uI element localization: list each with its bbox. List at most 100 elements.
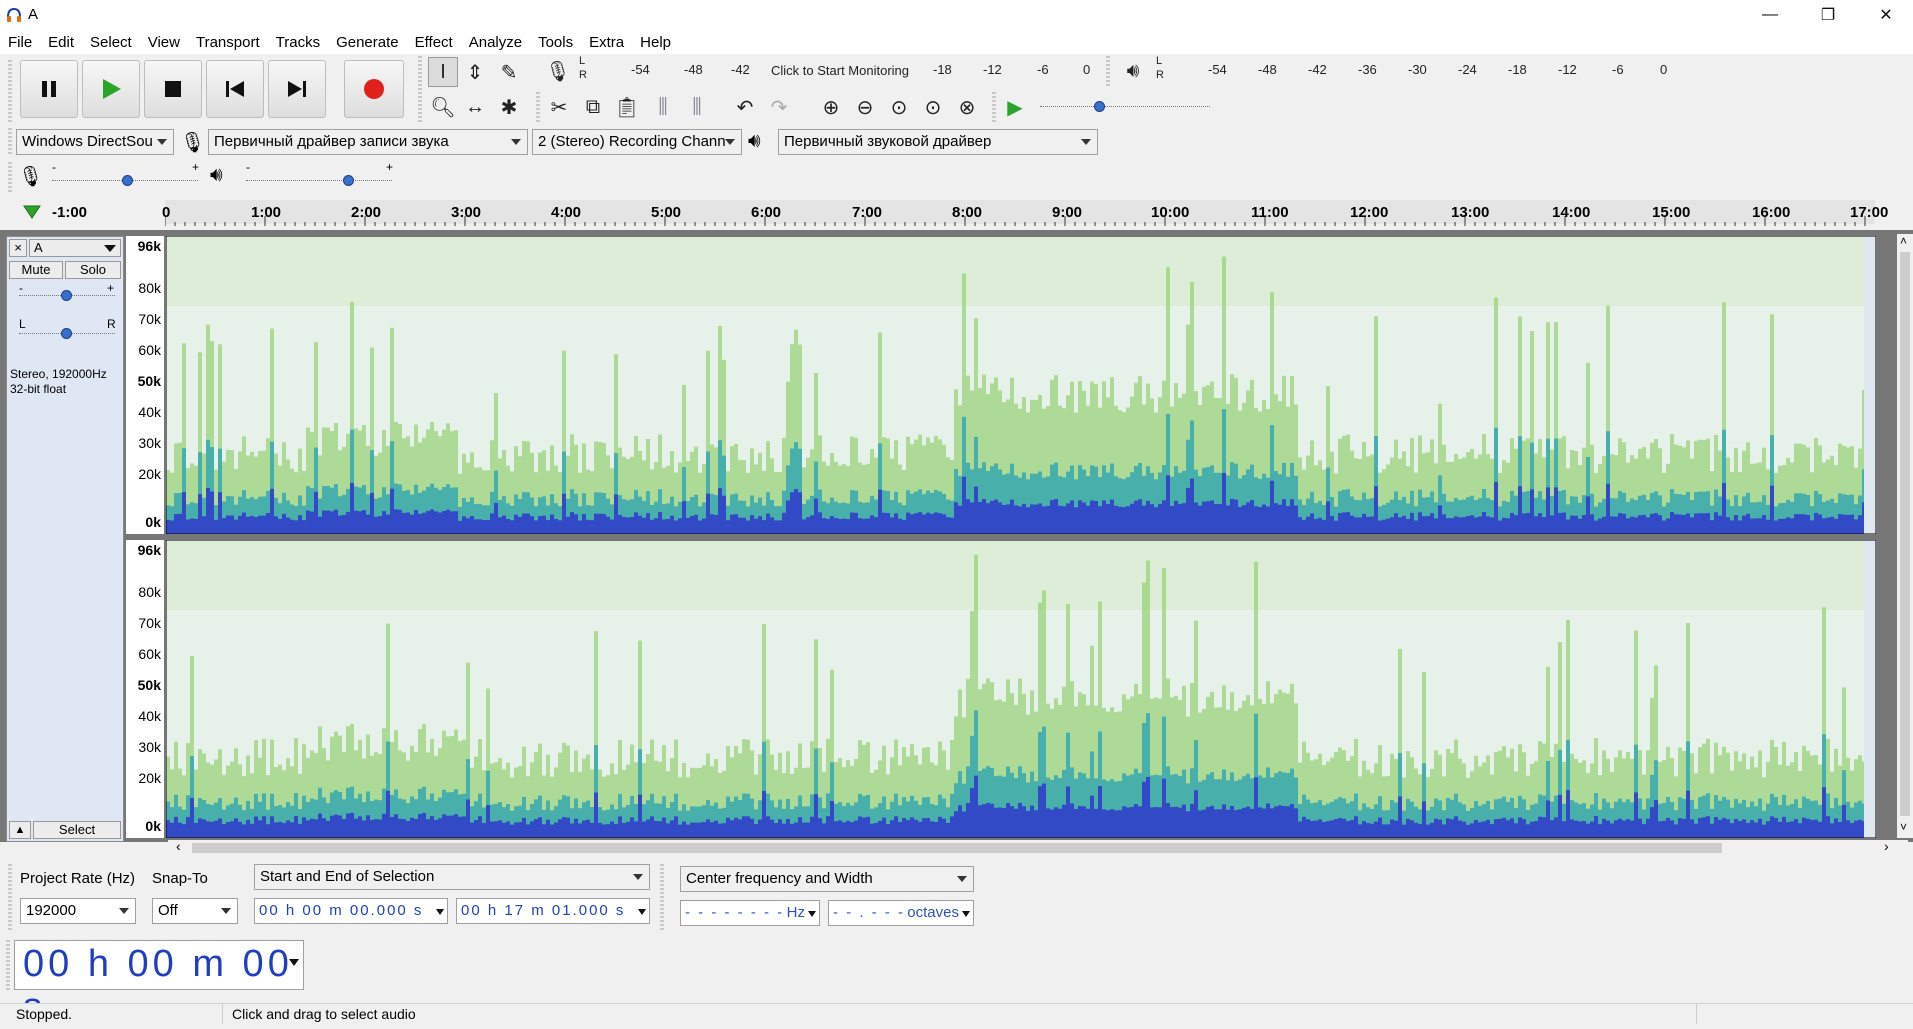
center-frequency-field[interactable]: - - - - - - - - Hz xyxy=(680,900,820,926)
selection-mode-select[interactable]: Start and End of Selection xyxy=(254,864,650,890)
zoom-tool[interactable]: 🔍︎ xyxy=(428,92,458,122)
track-area[interactable]: × A Mute Solo - + L R Stereo, 192000Hz 3… xyxy=(0,230,1913,842)
stop-button[interactable] xyxy=(144,60,202,118)
zoom-out-button[interactable]: ⊖ xyxy=(850,92,880,122)
pin-play-head-icon[interactable] xyxy=(22,204,42,220)
play-at-speed-button[interactable]: ▶ xyxy=(1000,92,1030,122)
recording-device-select[interactable]: Первичный драйвер записи звука xyxy=(208,129,528,155)
menu-extra[interactable]: Extra xyxy=(581,34,632,51)
frequency-scale-left: 96k 80k 70k 60k 50k 40k 30k 20k 0k xyxy=(126,236,164,534)
recording-volume-slider[interactable] xyxy=(52,170,198,190)
skip-to-start-button[interactable] xyxy=(206,60,264,118)
playback-volume-slider[interactable] xyxy=(246,170,392,190)
scroll-up-icon[interactable]: ˄ xyxy=(1900,234,1907,248)
recording-channels-select[interactable]: 2 (Stereo) Recording Chann xyxy=(532,129,742,155)
playback-meter[interactable]: L R -54 -48 -42 -36 -30 -24 -18 -12 -6 0 xyxy=(1154,55,1674,83)
selection-tool[interactable]: I xyxy=(428,57,458,87)
solo-button[interactable]: Solo xyxy=(65,261,121,279)
monitoring-prompt[interactable]: Click to Start Monitoring xyxy=(771,63,909,78)
play-meter-button[interactable]: 🔊︎ xyxy=(1118,56,1148,86)
horizontal-scrollbar[interactable]: ‹ › xyxy=(168,838,1908,856)
vertical-scrollbar[interactable]: ˄ ˅ xyxy=(1897,234,1913,838)
menu-transport[interactable]: Transport xyxy=(188,34,268,51)
menu-select[interactable]: Select xyxy=(82,34,140,51)
paste-button[interactable]: 📋︎ xyxy=(612,92,642,122)
pan-slider[interactable] xyxy=(19,323,115,343)
track-control-panel[interactable]: × A Mute Solo - + L R Stereo, 192000Hz 3… xyxy=(6,236,124,842)
pause-button[interactable] xyxy=(20,60,78,118)
menu-tools[interactable]: Tools xyxy=(530,34,581,51)
selection-start-time[interactable]: 00 h 00 m 00.000 s xyxy=(254,898,448,924)
play-meter-grip[interactable] xyxy=(1106,56,1110,88)
menu-tracks[interactable]: Tracks xyxy=(268,34,328,51)
mixer-grip[interactable] xyxy=(8,162,12,192)
playback-device-select[interactable]: Первичный звуковой драйвер xyxy=(778,129,1098,155)
track-close-button[interactable]: × xyxy=(9,239,27,257)
skip-to-end-button[interactable] xyxy=(268,60,326,118)
slider-thumb[interactable] xyxy=(343,175,354,186)
collapse-track-button[interactable]: ▲ xyxy=(9,821,31,839)
draw-tool[interactable]: ✎ xyxy=(494,57,524,87)
scroll-right-icon[interactable]: › xyxy=(1884,838,1889,854)
frequency-width-field[interactable]: - - . - - - octaves xyxy=(828,900,974,926)
menu-edit[interactable]: Edit xyxy=(40,34,82,51)
audio-host-select[interactable]: Windows DirectSou xyxy=(16,129,174,155)
menu-analyze[interactable]: Analyze xyxy=(461,34,530,51)
menu-view[interactable]: View xyxy=(140,34,188,51)
copy-button[interactable]: ⧉ xyxy=(578,92,608,122)
select-track-button[interactable]: Select xyxy=(33,821,121,839)
slider-thumb[interactable] xyxy=(61,328,72,339)
timeline-ruler[interactable]: -1:00 0 1:00 2:00 3:00 4:00 5:00 6:00 7:… xyxy=(0,196,1913,228)
envelope-tool[interactable]: ⇕ xyxy=(460,57,490,87)
time-grip[interactable] xyxy=(6,940,10,992)
tools-grip[interactable] xyxy=(418,56,422,122)
toolbar-grip[interactable] xyxy=(8,60,12,122)
trim-button[interactable]: ⫼ xyxy=(648,92,678,122)
gain-slider[interactable] xyxy=(19,285,115,305)
spectrogram-right-channel[interactable] xyxy=(166,540,1876,838)
spectral-selection-mode-select[interactable]: Center frequency and Width xyxy=(680,866,974,892)
redo-button[interactable]: ↷ xyxy=(764,92,794,122)
horizontal-scroll-thumb[interactable] xyxy=(192,843,1722,853)
menu-file[interactable]: File xyxy=(0,34,40,51)
slider-thumb[interactable] xyxy=(61,290,72,301)
multi-tool[interactable]: ✱ xyxy=(494,92,524,122)
scroll-left-icon[interactable]: ‹ xyxy=(176,838,181,854)
play-at-speed-grip[interactable] xyxy=(992,92,996,122)
play-speed-slider[interactable] xyxy=(1040,96,1210,116)
slider-thumb[interactable] xyxy=(1094,101,1105,112)
device-grip[interactable] xyxy=(8,128,12,156)
time-shift-tool[interactable]: ↔ xyxy=(460,92,490,122)
record-meter-button[interactable]: 🎙︎ xyxy=(543,56,573,86)
snap-to-select[interactable]: Off xyxy=(152,898,238,924)
menu-effect[interactable]: Effect xyxy=(407,34,461,51)
zoom-toggle-button[interactable]: ⊗ xyxy=(952,92,982,122)
status-divider xyxy=(1696,1004,1697,1024)
edit-grip[interactable] xyxy=(536,92,540,122)
track-name-menu[interactable]: A xyxy=(29,239,121,257)
mute-button[interactable]: Mute xyxy=(9,261,63,279)
scroll-down-icon[interactable]: ˅ xyxy=(1900,820,1907,834)
spectrogram-left-channel[interactable] xyxy=(166,236,1876,534)
slider-thumb[interactable] xyxy=(122,175,133,186)
record-meter[interactable]: L R -54 -48 -42 Click to Start Monitorin… xyxy=(577,55,1097,83)
selection-end-time[interactable]: 00 h 17 m 01.000 s xyxy=(456,898,650,924)
minimize-button[interactable]: — xyxy=(1742,0,1798,30)
selection-grip[interactable] xyxy=(8,864,12,930)
vertical-scroll-thumb[interactable] xyxy=(1900,252,1910,816)
fit-project-button[interactable]: ⊙ xyxy=(918,92,948,122)
cut-button[interactable]: ✂ xyxy=(544,92,574,122)
record-button[interactable] xyxy=(344,60,404,118)
spectral-grip[interactable] xyxy=(660,864,664,930)
zoom-in-button[interactable]: ⊕ xyxy=(816,92,846,122)
menu-generate[interactable]: Generate xyxy=(328,34,407,51)
project-rate-select[interactable]: 192000 xyxy=(20,898,136,924)
menu-help[interactable]: Help xyxy=(632,34,679,51)
close-window-button[interactable]: ✕ xyxy=(1858,0,1913,30)
undo-button[interactable]: ↶ xyxy=(730,92,760,122)
restore-button[interactable]: ❐ xyxy=(1800,0,1856,30)
play-button[interactable] xyxy=(82,60,140,118)
audio-position-time[interactable]: 00 h 00 m 00 s xyxy=(14,940,304,1028)
silence-button[interactable]: ⫼ xyxy=(682,92,712,122)
fit-selection-button[interactable]: ⊙ xyxy=(884,92,914,122)
